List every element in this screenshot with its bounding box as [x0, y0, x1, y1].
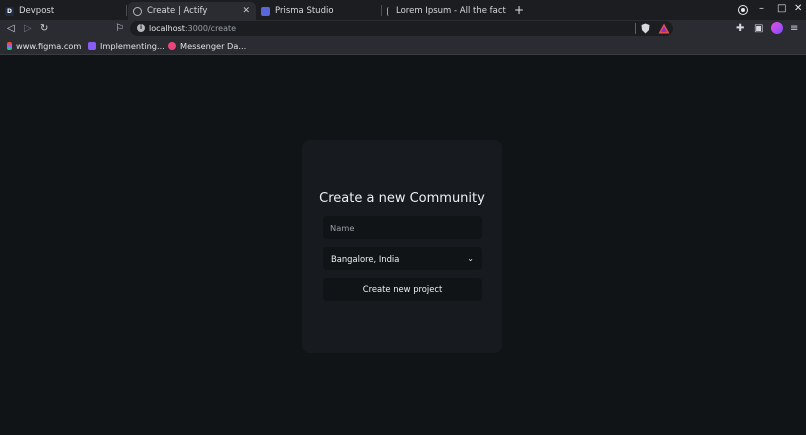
reload-icon[interactable]: ↻: [40, 22, 48, 35]
url-text[interactable]: localhost:3000/create: [149, 22, 236, 35]
bookmark-page-icon[interactable]: ⚐: [115, 22, 124, 35]
tab-prisma-studio[interactable]: Prisma Studio: [256, 2, 380, 20]
tab-title: Prisma Studio: [275, 6, 334, 16]
minimize-icon[interactable]: –: [759, 2, 764, 16]
globe-icon: [133, 6, 142, 16]
close-tab-icon[interactable]: ✕: [242, 6, 250, 16]
chevron-down-icon: ⌄: [467, 254, 474, 263]
location-select[interactable]: Bangalore, India ⌄: [323, 247, 482, 270]
tab-create-actify[interactable]: Create | Actify ✕: [128, 2, 256, 20]
wallet-icon[interactable]: ▣: [754, 22, 763, 35]
form-title: Create a new Community: [319, 191, 485, 206]
record-icon[interactable]: [739, 6, 747, 14]
tab-title: Devpost: [19, 6, 55, 16]
profile-avatar[interactable]: [771, 22, 783, 34]
back-icon[interactable]: ◁: [7, 22, 15, 35]
devpost-icon: D: [5, 6, 14, 16]
messenger-icon: [168, 42, 176, 50]
bookmark-figma[interactable]: www.figma.com: [7, 39, 81, 53]
tab-strip: D Devpost Create | Actify ✕ Prisma Studi…: [0, 0, 806, 20]
community-name-input[interactable]: [323, 216, 482, 239]
prisma-icon: [261, 6, 270, 16]
maximize-icon[interactable]: □: [777, 2, 786, 16]
bookmark-label: www.figma.com: [16, 41, 82, 51]
brave-shields-icon[interactable]: [641, 23, 650, 34]
address-divider: [635, 23, 636, 34]
brave-rewards-icon[interactable]: [658, 23, 670, 34]
forward-icon[interactable]: ▷: [24, 22, 32, 35]
lorem-icon: [387, 6, 391, 16]
tab-devpost[interactable]: D Devpost: [0, 2, 124, 20]
site-info-icon[interactable]: i: [137, 24, 145, 32]
new-tab-button[interactable]: +: [514, 3, 524, 17]
bookmark-label: Messenger Da...: [180, 41, 247, 51]
tab-title: Lorem Ipsum - All the facts - Li: [396, 6, 506, 16]
figma-icon: [7, 42, 12, 50]
bookmark-purple-icon: [88, 42, 96, 50]
extensions-icon[interactable]: ✚: [736, 22, 744, 35]
location-selected-value: Bangalore, India: [331, 253, 400, 264]
bookmark-messenger[interactable]: Messenger Da...: [168, 39, 246, 53]
bookmark-label: Implementing...: [100, 41, 165, 51]
tab-divider: [126, 5, 127, 16]
bookmark-implementing[interactable]: Implementing...: [88, 39, 165, 53]
tab-title: Create | Actify: [147, 6, 208, 16]
menu-icon[interactable]: ≡: [790, 22, 798, 35]
create-project-button[interactable]: Create new project: [323, 278, 482, 301]
tab-lorem-ipsum[interactable]: Lorem Ipsum - All the facts - Li: [382, 2, 506, 20]
close-window-icon[interactable]: ✕: [794, 2, 802, 16]
